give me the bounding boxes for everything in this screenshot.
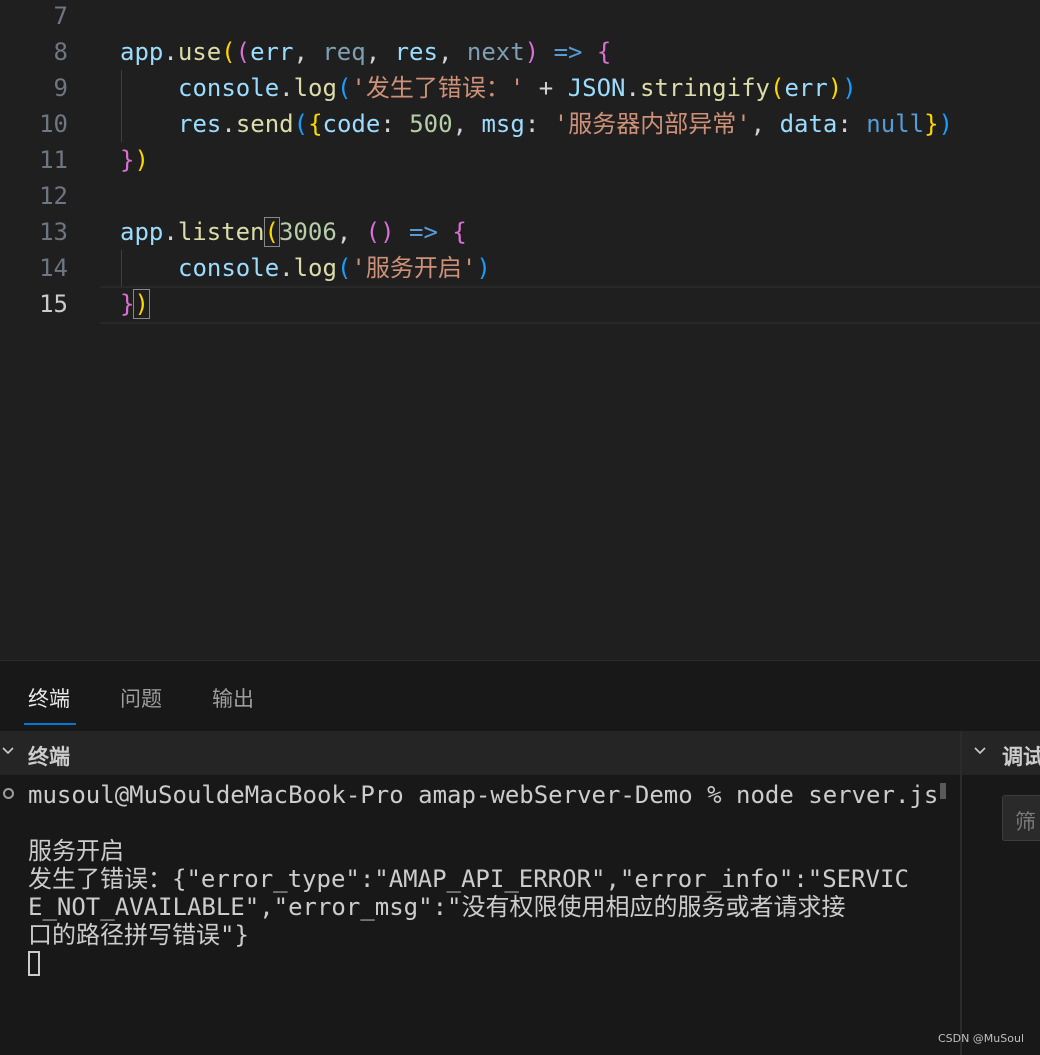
panel-tab-bar: 终端 问题 输出 [0, 661, 1040, 731]
code-text[interactable]: console.log('发生了错误：' + JSON.stringify(er… [178, 70, 857, 106]
line-number: 10 [39, 110, 68, 138]
debug-section-header[interactable]: 调试 [962, 731, 1040, 775]
tab-output[interactable]: 输出 [212, 683, 254, 713]
watermark: CSDN @MuSoul [937, 1032, 1024, 1045]
code-text[interactable]: app.use((err, req, res, next) => { [120, 34, 611, 70]
line-number: 15 [39, 290, 68, 318]
terminal-line: 发生了错误：{"error_type":"AMAP_API_ERROR","er… [28, 865, 909, 893]
terminal-line: 服务开启 [28, 837, 124, 865]
circle-status-icon [3, 788, 14, 799]
code-line: 11 }) [0, 142, 1040, 178]
line-number: 13 [39, 218, 68, 246]
code-line: 12 [0, 178, 1040, 214]
filter-placeholder: 筛 [1015, 810, 1036, 834]
code-editor[interactable]: 7 8 app.use((err, req, res, next) => { 9… [0, 0, 1040, 660]
active-tab-indicator [24, 723, 76, 725]
line-number: 12 [39, 182, 68, 210]
terminal-line: E_NOT_AVAILABLE","error_msg":"没有权限使用相应的服… [28, 893, 846, 921]
debug-section-title: 调试 [1002, 745, 1040, 769]
code-text[interactable]: res.send({code: 500, msg: '服务器内部异常', dat… [178, 106, 953, 142]
filter-input[interactable]: 筛 [1002, 795, 1040, 841]
tab-terminal[interactable]: 终端 [28, 683, 70, 713]
code-line: 13 app.listen(3006, () => { [0, 214, 1040, 250]
bottom-panel: 终端 问题 输出 终端 调试 筛 musoul@MuSouldeMacBook-… [0, 660, 1040, 1055]
line-number: 14 [39, 254, 68, 282]
line-number: 11 [39, 146, 68, 174]
code-line: 9 console.log('发生了错误：' + JSON.stringify(… [0, 70, 1040, 106]
terminal-cursor [28, 951, 40, 976]
code-text[interactable]: app.listen(3006, () => { [120, 214, 467, 250]
code-line: 10 res.send({code: 500, msg: '服务器内部异常', … [0, 106, 1040, 142]
terminal-section-title: 终端 [28, 745, 70, 769]
code-text[interactable]: }) [120, 142, 149, 178]
chevron-down-icon[interactable] [2, 745, 14, 757]
code-line: 15 }) [0, 286, 1040, 322]
code-line: 8 app.use((err, req, res, next) => { [0, 34, 1040, 70]
line-number: 9 [53, 74, 68, 102]
terminal-prompt: musoul@MuSouldeMacBook-Pro amap-webServe… [28, 781, 939, 809]
line-number: 8 [53, 38, 68, 66]
terminal-line: 口的路径拼写错误"} [28, 921, 249, 949]
tab-problems[interactable]: 问题 [120, 683, 162, 713]
panel-splitter[interactable] [960, 731, 962, 1055]
code-text[interactable]: }) [120, 286, 150, 322]
terminal-scrollbar[interactable] [940, 783, 946, 799]
code-line: 14 console.log('服务开启') [0, 250, 1040, 286]
code-text[interactable]: console.log('服务开启') [178, 250, 491, 286]
terminal-section-header[interactable]: 终端 [0, 731, 960, 775]
code-line: 7 [0, 0, 1040, 34]
chevron-down-icon[interactable] [974, 745, 986, 757]
terminal-output[interactable]: musoul@MuSouldeMacBook-Pro amap-webServe… [0, 775, 960, 1055]
line-number: 7 [53, 2, 68, 30]
